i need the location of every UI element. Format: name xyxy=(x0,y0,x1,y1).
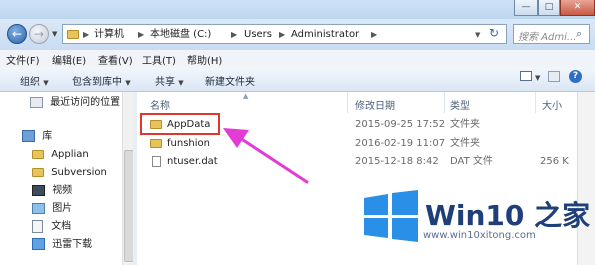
watermark-url: www.win10xitong.com xyxy=(423,230,536,241)
menu-view[interactable]: 查看(V) xyxy=(98,52,133,67)
chevron-right-icon[interactable]: ▶ xyxy=(231,28,237,42)
sidebar-item-label: 文档 xyxy=(51,221,72,232)
column-header-name[interactable]: 名称 xyxy=(150,97,170,112)
arrow-right-icon: → xyxy=(33,27,45,41)
sidebar-item-label: 视频 xyxy=(52,185,73,196)
column-header-modified[interactable]: 修改日期 xyxy=(355,97,395,112)
organize-button[interactable]: 组织 ▼ xyxy=(20,73,49,88)
video-icon xyxy=(32,184,45,196)
new-folder-button[interactable]: 新建文件夹 xyxy=(205,73,255,88)
close-button[interactable]: ✕ xyxy=(560,0,595,16)
share-button[interactable]: 共享 ▼ xyxy=(155,73,184,88)
sidebar-item-label: Applian xyxy=(51,149,89,160)
chevron-right-icon[interactable]: ▶ xyxy=(138,28,144,42)
chevron-down-icon: ▼ xyxy=(178,79,184,87)
breadcrumb-users[interactable]: Users xyxy=(244,28,272,42)
sidebar-item-thunder-downloads[interactable]: 迅雷下载 xyxy=(32,237,92,253)
column-divider[interactable] xyxy=(444,92,445,113)
sidebar-item-label: 图片 xyxy=(52,203,73,214)
command-bar: 组织 ▼ 包含到库中 ▼ 共享 ▼ 新建文件夹 ▼ ? xyxy=(0,67,595,92)
chevron-down-icon: ▼ xyxy=(43,79,49,87)
search-placeholder: 搜索 Admi... xyxy=(518,32,577,43)
highlight-box xyxy=(140,113,220,135)
address-bar[interactable]: ▶ 计算机 ▶ 本地磁盘 (C:) ▶ Users ▶ Administrato… xyxy=(62,24,507,44)
file-modified: 2015-12-18 8:42 xyxy=(355,156,439,167)
back-button[interactable]: ← xyxy=(7,24,27,44)
file-row[interactable]: funshion 2016-02-19 11:07 文件夹 xyxy=(150,135,575,152)
file-name: funshion xyxy=(167,138,210,149)
sidebar-item-label: 最近访问的位置 xyxy=(50,97,121,108)
pane-divider[interactable] xyxy=(133,92,137,265)
download-folder-icon xyxy=(32,238,45,250)
chevron-right-icon[interactable]: ▶ xyxy=(83,28,89,42)
file-row[interactable]: ntuser.dat 2015-12-18 8:42 DAT 文件 256 K xyxy=(150,153,575,170)
column-divider[interactable] xyxy=(535,92,536,113)
sidebar-item-recent[interactable]: 最近访问的位置 xyxy=(30,95,120,111)
breadcrumb-local-disk[interactable]: 本地磁盘 (C:) xyxy=(150,28,211,42)
menu-edit[interactable]: 编辑(E) xyxy=(52,52,86,67)
folder-icon xyxy=(32,167,44,177)
maximize-button[interactable]: □ xyxy=(538,0,560,16)
search-icon[interactable]: ⌕ xyxy=(576,27,582,41)
sidebar-item-label: 迅雷下载 xyxy=(52,239,93,250)
column-header-type[interactable]: 类型 xyxy=(450,97,470,112)
file-type: 文件夹 xyxy=(450,119,480,130)
file-type: 文件夹 xyxy=(450,138,480,149)
forward-button[interactable]: → xyxy=(29,24,49,44)
column-header-size[interactable]: 大小 xyxy=(542,97,562,112)
sidebar-item-documents[interactable]: 文档 xyxy=(32,219,71,235)
organize-label: 组织 xyxy=(20,77,40,88)
view-options-icon[interactable] xyxy=(520,71,532,81)
chevron-down-icon[interactable]: ▼ xyxy=(535,74,540,82)
column-divider[interactable] xyxy=(347,92,348,113)
folder-icon xyxy=(67,30,79,39)
chevron-right-icon[interactable]: ▶ xyxy=(371,28,377,42)
folder-icon xyxy=(32,149,44,159)
file-list-scrollbar[interactable] xyxy=(577,92,595,265)
sidebar-item-label: Subversion xyxy=(51,167,107,178)
file-size: 256 K xyxy=(540,156,569,167)
include-in-library-button[interactable]: 包含到库中 ▼ xyxy=(72,73,131,88)
sort-up-icon: ▲ xyxy=(243,92,249,100)
share-label: 共享 xyxy=(155,77,175,88)
minimize-button[interactable]: — xyxy=(514,0,538,16)
sidebar-item-pictures[interactable]: 图片 xyxy=(32,201,72,217)
history-dropdown-icon[interactable]: ▼ xyxy=(52,30,57,38)
preview-pane-icon[interactable] xyxy=(548,71,560,82)
sidebar-item-subversion[interactable]: Subversion xyxy=(32,165,107,181)
chevron-right-icon[interactable]: ▶ xyxy=(279,28,285,42)
recent-places-icon xyxy=(30,96,43,108)
include-in-library-label: 包含到库中 xyxy=(72,77,122,88)
file-modified: 2016-02-19 11:07 xyxy=(355,138,446,149)
document-icon xyxy=(32,219,43,233)
menu-file[interactable]: 文件(F) xyxy=(6,52,40,67)
chevron-down-icon[interactable]: ▼ xyxy=(475,28,480,42)
library-icon xyxy=(22,130,35,142)
arrow-left-icon: ← xyxy=(11,27,23,41)
folder-icon xyxy=(150,139,162,148)
file-name: ntuser.dat xyxy=(167,156,218,167)
menu-tools[interactable]: 工具(T) xyxy=(142,52,176,67)
watermark-brand: Win10 之家 xyxy=(425,199,591,232)
sidebar-item-library[interactable]: 库 xyxy=(22,129,52,145)
sidebar-item-applian[interactable]: Applian xyxy=(32,147,89,163)
navigation-pane: 最近访问的位置 库 Applian Subversion 视频 图片 文档 迅雷… xyxy=(0,92,133,265)
menu-help[interactable]: 帮助(H) xyxy=(187,52,222,67)
search-input[interactable]: 搜索 Admi... ⌕ xyxy=(513,24,590,44)
title-bar: — □ ✕ xyxy=(0,0,595,19)
help-icon[interactable]: ? xyxy=(569,70,582,83)
windows-logo-icon xyxy=(364,190,418,242)
file-icon xyxy=(152,156,161,167)
picture-icon xyxy=(32,202,45,214)
refresh-icon[interactable]: ↻ xyxy=(489,26,499,40)
breadcrumb-administrator[interactable]: Administrator xyxy=(291,28,359,42)
breadcrumb-computer[interactable]: 计算机 xyxy=(94,28,124,42)
file-modified: 2015-09-25 17:52 xyxy=(355,119,446,130)
sidebar-item-label: 库 xyxy=(42,131,53,142)
annotation-arrow xyxy=(223,128,309,184)
chevron-down-icon: ▼ xyxy=(125,79,131,87)
sidebar-item-videos[interactable]: 视频 xyxy=(32,183,72,199)
file-type: DAT 文件 xyxy=(450,156,493,167)
menu-bar: 文件(F) 编辑(E) 查看(V) 工具(T) 帮助(H) xyxy=(0,50,595,68)
